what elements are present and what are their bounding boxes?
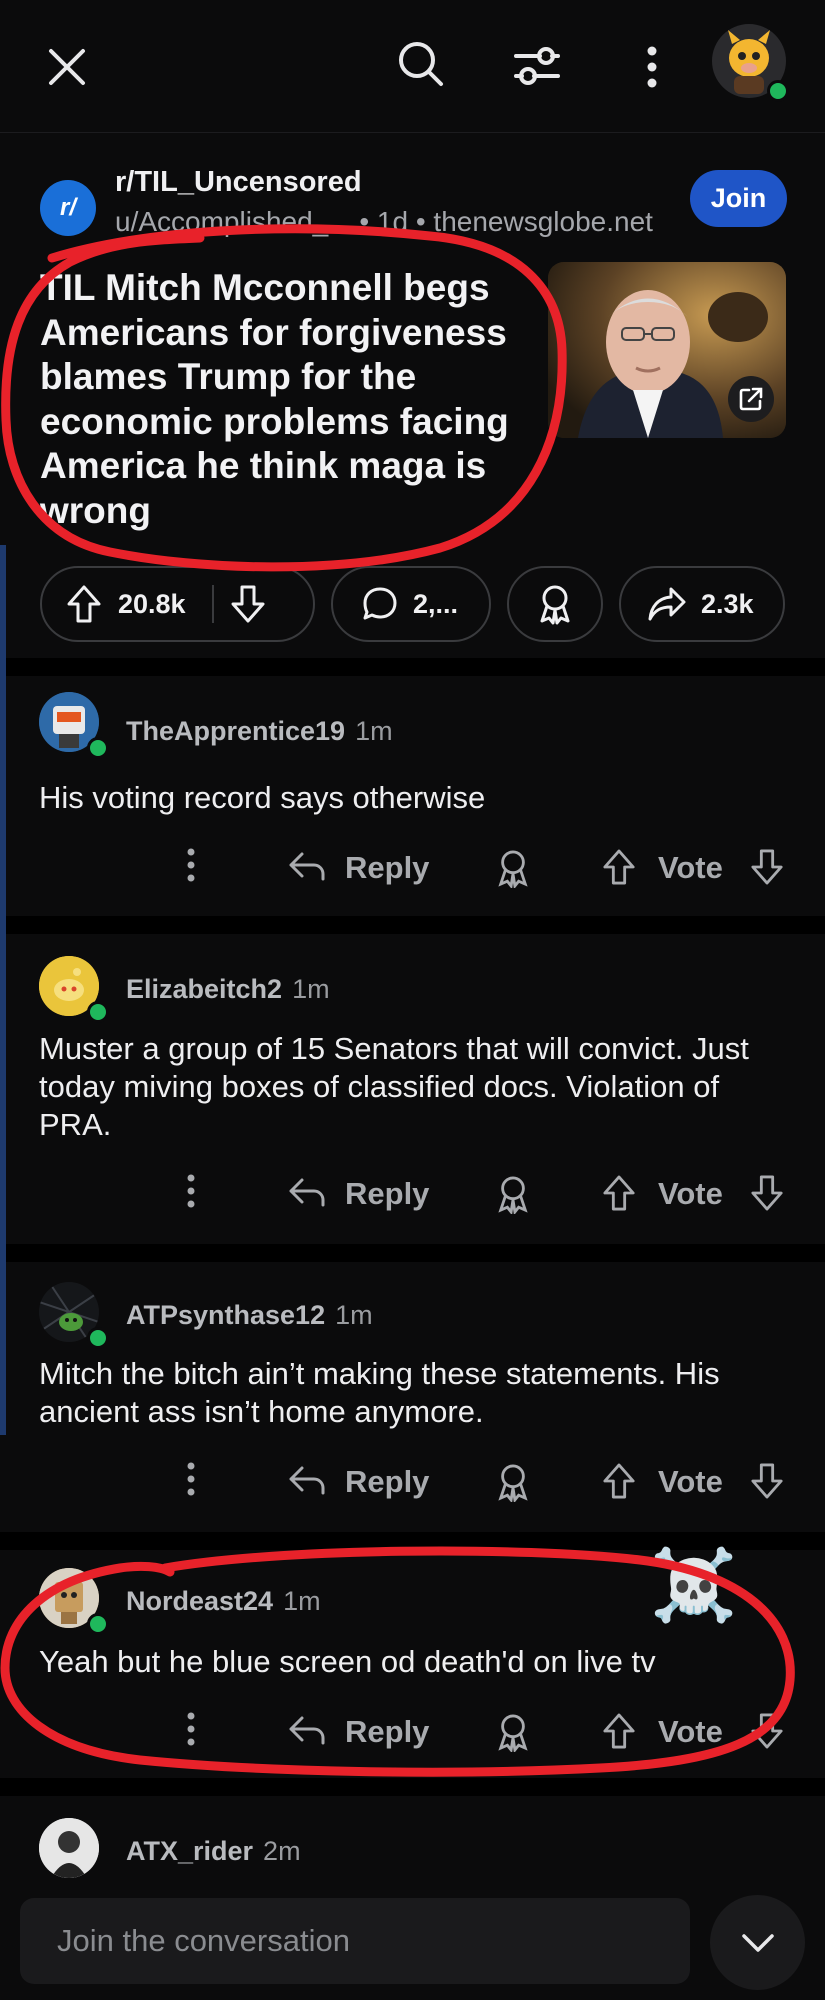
share-count: 2.3k	[701, 588, 754, 619]
comment: Nordeast24 1m Yeah but he blue screen od …	[0, 1550, 825, 1778]
external-link-icon[interactable]	[728, 376, 774, 422]
reply-icon[interactable]	[288, 1714, 326, 1746]
post-title[interactable]: TIL Mitch Mcconnell begs Americans for f…	[40, 266, 545, 533]
downvote-icon[interactable]	[750, 848, 784, 886]
vote-divider	[211, 585, 214, 623]
comment-more-icon[interactable]	[186, 848, 196, 882]
downvote-icon[interactable]	[750, 1462, 784, 1500]
share-button[interactable]: 2.3k	[619, 566, 785, 642]
reply-icon[interactable]	[288, 850, 326, 882]
comment-body: Yeah but he blue screen od death'd on li…	[39, 1644, 656, 1679]
comment-count: 2,...	[413, 588, 459, 619]
avatar[interactable]	[39, 1818, 99, 1878]
comment-actions: Reply Vote	[0, 1170, 825, 1220]
comment-body: His voting record says otherwise	[39, 780, 486, 815]
comment: TheApprentice19 1m His voting record says…	[0, 676, 825, 916]
award-icon[interactable]	[496, 1174, 530, 1214]
award-icon[interactable]	[496, 1462, 530, 1502]
comment-more-icon[interactable]	[186, 1712, 196, 1746]
vote-label: Vote	[658, 1176, 723, 1211]
comment: ATX_rider 2m	[0, 1796, 825, 1896]
reply-button[interactable]: Reply	[345, 1464, 429, 1500]
share-icon	[647, 586, 687, 622]
reply-icon[interactable]	[288, 1176, 326, 1208]
upvote-count: 20.8k	[118, 588, 186, 619]
comment: Elizabeitch2 1m Muster a group of 15 Sena…	[0, 934, 825, 1244]
reply-button[interactable]: Reply	[345, 1176, 429, 1212]
search-icon[interactable]	[395, 38, 447, 90]
online-status-dot	[87, 1613, 109, 1635]
online-status-dot	[87, 737, 109, 759]
online-status-dot	[87, 1327, 109, 1349]
comment-author[interactable]: TheApprentice19 1m	[126, 716, 393, 747]
skull-emoji-overlay: ☠️	[650, 1546, 738, 1624]
subreddit-icon-label: r/	[59, 194, 76, 221]
chevron-down-icon	[741, 1933, 775, 1953]
vote-label: Vote	[658, 1464, 723, 1499]
comment-time: 1m	[355, 716, 393, 746]
reply-icon[interactable]	[288, 1464, 326, 1496]
close-icon[interactable]	[40, 40, 94, 94]
comment-author[interactable]: ATX_rider 2m	[126, 1836, 301, 1867]
upvote-icon[interactable]	[602, 848, 636, 886]
more-options-icon[interactable]	[636, 44, 668, 90]
divider	[0, 1778, 825, 1796]
comment-author[interactable]: Elizabeitch2 1m	[126, 974, 330, 1005]
vote-label: Vote	[658, 1714, 723, 1749]
scroll-indicator[interactable]	[0, 545, 6, 1435]
divider	[0, 658, 825, 676]
subreddit-name[interactable]: r/TIL_Uncensored	[115, 166, 362, 199]
award-icon	[537, 583, 573, 625]
post-thumbnail[interactable]	[548, 262, 786, 438]
collapse-button[interactable]	[710, 1895, 805, 1990]
join-conversation-input[interactable]: Join the conversation	[20, 1898, 690, 1984]
comment-icon	[361, 585, 399, 623]
upvote-icon[interactable]	[602, 1462, 636, 1500]
comment-body: Muster a group of 15 Senators that will …	[39, 1031, 749, 1142]
award-icon[interactable]	[496, 848, 530, 888]
upvote-icon[interactable]	[66, 584, 102, 624]
downvote-icon[interactable]	[750, 1174, 784, 1212]
comment-author[interactable]: Nordeast24 1m	[126, 1586, 321, 1617]
comments-button[interactable]: 2,...	[331, 566, 491, 642]
post-meta: u/Accomplished_... • 1d • thenewsglobe.n…	[115, 206, 653, 237]
vote-label: Vote	[658, 850, 723, 885]
comment-time: 1m	[292, 974, 330, 1004]
reply-button[interactable]: Reply	[345, 850, 429, 886]
award-icon[interactable]	[496, 1712, 530, 1752]
online-status-dot	[87, 1001, 109, 1023]
upvote-icon[interactable]	[602, 1174, 636, 1212]
comment-time: 2m	[263, 1836, 301, 1866]
comment-author[interactable]: ATPsynthase12 1m	[126, 1300, 373, 1331]
top-bar	[0, 0, 825, 133]
award-button[interactable]	[507, 566, 603, 642]
join-button[interactable]: Join	[690, 170, 787, 227]
sort-filter-icon[interactable]	[510, 40, 564, 92]
comment-actions: Reply Vote	[0, 1708, 825, 1758]
comment-actions: Reply Vote	[0, 844, 825, 894]
comment-time: 1m	[283, 1586, 321, 1616]
comment-body: Mitch the bitch ain’t making these state…	[39, 1356, 720, 1429]
comment-time: 1m	[335, 1300, 373, 1330]
comment-more-icon[interactable]	[186, 1462, 196, 1496]
upvote-icon[interactable]	[602, 1712, 636, 1750]
divider	[0, 1244, 825, 1262]
comment-more-icon[interactable]	[186, 1174, 196, 1208]
comment-actions: Reply Vote	[0, 1458, 825, 1508]
downvote-icon[interactable]	[230, 584, 266, 624]
divider	[0, 916, 825, 934]
reply-button[interactable]: Reply	[345, 1714, 429, 1750]
vote-pill: 20.8k	[40, 566, 315, 642]
online-status-dot	[767, 80, 789, 102]
downvote-icon[interactable]	[750, 1712, 784, 1750]
subreddit-icon[interactable]: r/	[40, 180, 96, 236]
comment: ATPsynthase12 1m Mitch the bitch ain’t ma…	[0, 1262, 825, 1532]
